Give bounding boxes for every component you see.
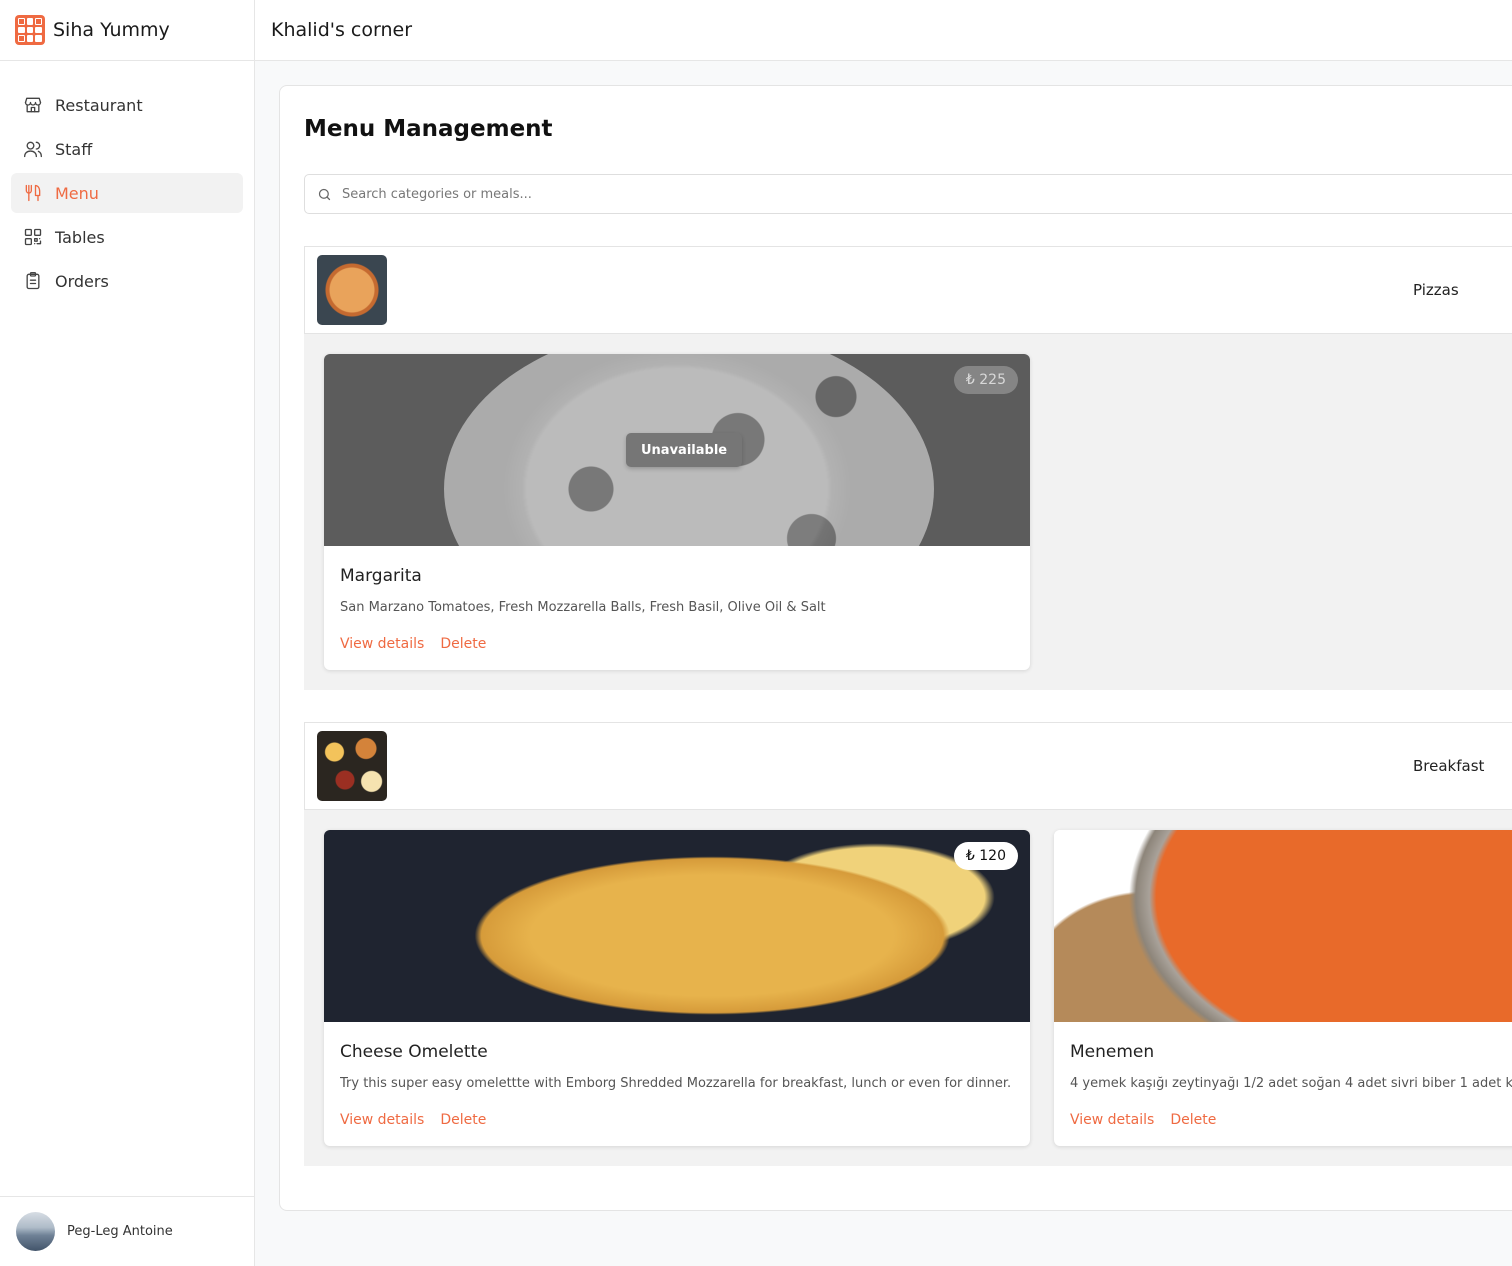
search-box: [304, 174, 1512, 214]
price-badge: ₺ 120: [953, 842, 1018, 870]
avatar: [16, 1212, 55, 1251]
category-pizzas: Pizzas ₺ 225 Unavailable Margarita San M…: [304, 246, 1512, 690]
sidebar-nav: Restaurant Staff Menu Tables Orders: [0, 61, 254, 301]
sidebar-item-staff[interactable]: Staff: [11, 129, 243, 169]
utensils-icon: [25, 184, 41, 202]
brand-name: Siha Yummy: [53, 19, 170, 41]
delete-link[interactable]: Delete: [1170, 1112, 1216, 1128]
meal-image: ₺ 225 Unavailable: [324, 354, 1030, 546]
sidebar-item-label: Tables: [55, 227, 105, 247]
meal-actions: View details Delete: [1070, 1112, 1216, 1128]
delete-link[interactable]: Delete: [440, 1112, 486, 1128]
sidebar-item-menu[interactable]: Menu: [11, 173, 243, 213]
meal-card: ₺ 120 Cheese Omelette Try this super eas…: [324, 830, 1030, 1146]
category-meals: ₺ 225 Unavailable Margarita San Marzano …: [304, 334, 1512, 690]
meal-description: Try this super easy omelettte with Embor…: [340, 1076, 1012, 1091]
category-thumbnail: [317, 731, 387, 801]
topbar: Khalid's corner: [255, 0, 1512, 61]
search-icon: [318, 188, 331, 200]
meal-image: [1054, 830, 1512, 1022]
view-details-link[interactable]: View details: [340, 1112, 424, 1128]
sidebar-item-label: Orders: [55, 271, 109, 291]
menu-panel: Menu Management Pizzas ₺ 225 Unavailable…: [279, 85, 1512, 1211]
qr-logo-icon: [15, 15, 45, 45]
user-name: Peg-Leg Antoine: [67, 1224, 173, 1239]
view-details-link[interactable]: View details: [340, 636, 424, 652]
delete-link[interactable]: Delete: [440, 636, 486, 652]
clipboard-icon: [26, 272, 40, 290]
qr-code-icon: [24, 228, 42, 246]
category-meals: ₺ 120 Cheese Omelette Try this super eas…: [304, 810, 1512, 1166]
sidebar-item-tables[interactable]: Tables: [11, 217, 243, 257]
sidebar-item-restaurant[interactable]: Restaurant: [11, 85, 243, 125]
category-header[interactable]: Breakfast: [304, 722, 1512, 810]
meal-description: San Marzano Tomatoes, Fresh Mozzarella B…: [340, 600, 826, 615]
brand[interactable]: Siha Yummy: [0, 0, 254, 61]
category-header[interactable]: Pizzas: [304, 246, 1512, 334]
meal-name: Menemen: [1070, 1042, 1155, 1062]
meal-name: Cheese Omelette: [340, 1042, 488, 1062]
view-details-link[interactable]: View details: [1070, 1112, 1154, 1128]
unavailable-badge: Unavailable: [626, 433, 743, 467]
user-profile[interactable]: Peg-Leg Antoine: [0, 1196, 254, 1266]
sidebar-item-label: Staff: [55, 139, 93, 159]
meal-description: 4 yemek kaşığı zeytinyağı 1/2 adet soğan…: [1070, 1076, 1512, 1091]
sidebar: Siha Yummy Restaurant Staff Menu Tables: [0, 0, 255, 1266]
category-name: Breakfast: [1413, 757, 1485, 775]
category-breakfast: Breakfast ₺ 120 Cheese Omelette Try this…: [304, 722, 1512, 1166]
meal-name: Margarita: [340, 566, 422, 586]
restaurant-name: Khalid's corner: [271, 19, 413, 41]
users-icon: [24, 141, 42, 158]
sidebar-item-label: Restaurant: [55, 95, 143, 115]
page-title: Menu Management: [304, 116, 553, 142]
meal-card: Menemen 4 yemek kaşığı zeytinyağı 1/2 ad…: [1054, 830, 1512, 1146]
price-badge: ₺ 225: [953, 366, 1018, 394]
sidebar-item-orders[interactable]: Orders: [11, 261, 243, 301]
meal-card: ₺ 225 Unavailable Margarita San Marzano …: [324, 354, 1030, 670]
search-input[interactable]: [342, 186, 1442, 202]
store-icon: [24, 97, 42, 113]
sidebar-item-label: Menu: [55, 183, 99, 203]
category-name: Pizzas: [1413, 281, 1459, 299]
category-thumbnail: [317, 255, 387, 325]
meal-image: ₺ 120: [324, 830, 1030, 1022]
meal-actions: View details Delete: [340, 636, 486, 652]
meal-actions: View details Delete: [340, 1112, 486, 1128]
